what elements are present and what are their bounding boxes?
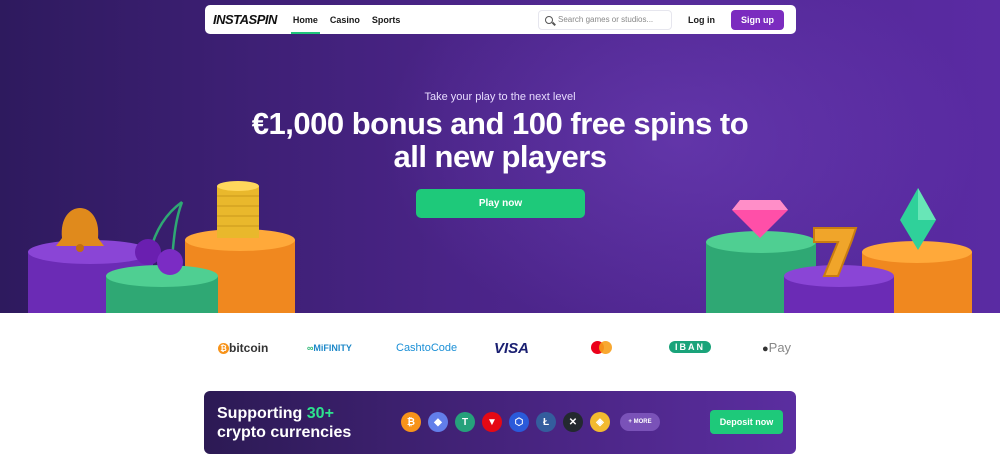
hero-headline: €1,000 bonus and 100 free spins to all n… <box>251 106 749 174</box>
payment-mifinity: ∞MiFINITY <box>307 343 352 353</box>
hero-left-decor <box>28 181 295 313</box>
litecoin-coin-icon: Ł <box>536 412 556 432</box>
payment-apple-pay: ●Pay <box>762 340 792 355</box>
payment-mastercard <box>591 341 613 355</box>
payment-cashtocode: CashtoCode <box>396 342 458 354</box>
hero-tagline: Take your play to the next level <box>424 91 576 103</box>
tether-coin-icon: T <box>455 412 475 432</box>
crypto-banner: Supporting 30+ crypto currencies ₿ ◆ T ▼ ⬡ Ł ✕… <box>204 391 796 454</box>
login-button[interactable]: Log in <box>688 15 715 25</box>
crypto-count: 30+ <box>306 405 334 422</box>
hero-right-decor <box>706 188 972 313</box>
nav-link-sports[interactable]: Sports <box>372 5 401 34</box>
search-input[interactable] <box>558 15 668 24</box>
play-now-button[interactable]: Play now <box>416 189 585 218</box>
xrp-coin-icon: ✕ <box>563 412 583 432</box>
more-coins-button[interactable]: + MORE <box>620 413 660 431</box>
signup-button[interactable]: Sign up <box>731 9 784 30</box>
payment-visa: VISA <box>494 340 530 357</box>
search-icon <box>545 15 553 24</box>
nav-link-home[interactable]: Home <box>290 5 320 34</box>
payment-iban: IBAN <box>669 341 711 353</box>
bitcoin-coin-icon: ₿ <box>401 412 421 432</box>
bitcoin-icon: ₿ <box>218 343 229 355</box>
top-navbar: INSTASPIN Home Casino Sports Log in Sign… <box>205 5 796 34</box>
hero-banner: INSTASPIN Home Casino Sports Log in Sign… <box>0 0 1000 313</box>
deposit-now-button[interactable]: Deposit now <box>710 410 783 434</box>
chainlink-coin-icon: ⬡ <box>509 412 529 432</box>
crypto-title: Supporting 30+ crypto currencies <box>217 405 352 441</box>
apple-icon: ● <box>762 343 769 355</box>
search-box[interactable] <box>538 9 672 30</box>
payment-bitcoin: ₿ bitcoin <box>218 341 268 355</box>
ethereum-coin-icon: ◆ <box>428 412 448 432</box>
bnb-coin-icon: ◈ <box>590 412 610 432</box>
nav-link-casino[interactable]: Casino <box>330 5 360 34</box>
tron-coin-icon: ▼ <box>482 412 502 432</box>
brand-logo[interactable]: INSTASPIN <box>213 12 277 27</box>
